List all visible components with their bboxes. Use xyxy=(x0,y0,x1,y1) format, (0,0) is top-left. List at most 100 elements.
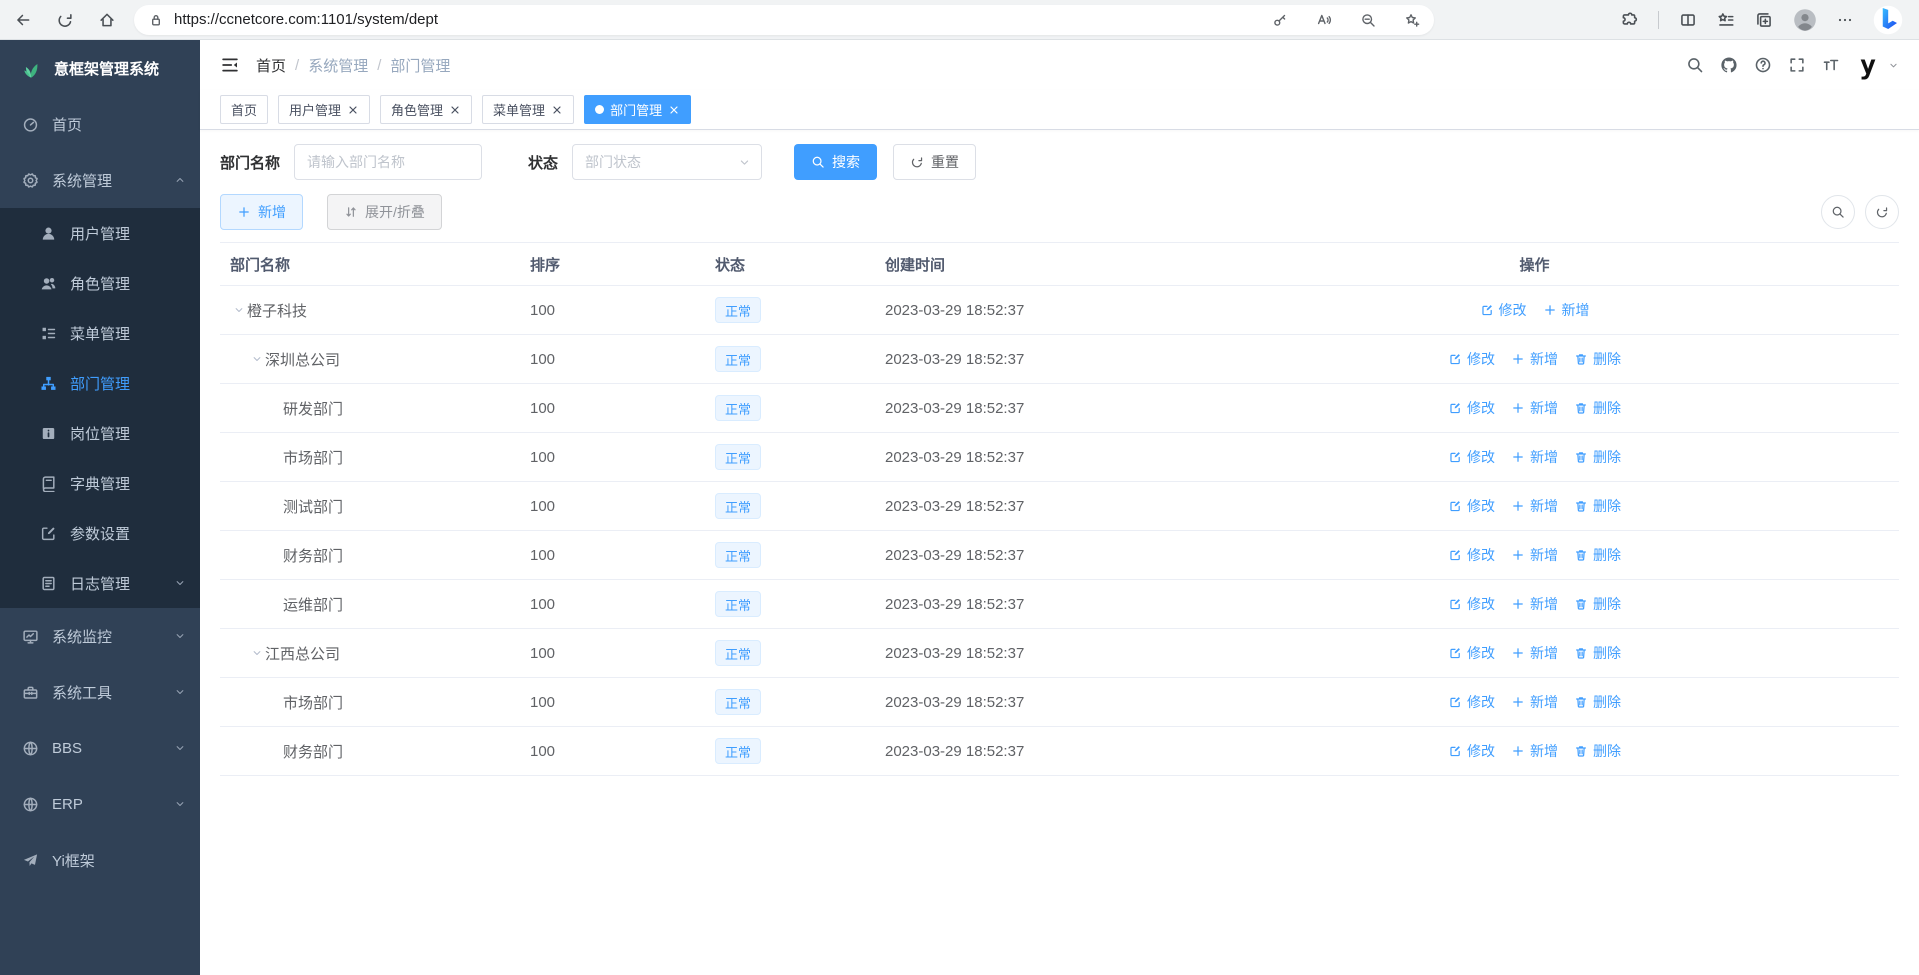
edit-row-link[interactable]: 修改 xyxy=(1480,300,1527,320)
trash-icon xyxy=(1574,450,1588,464)
sidebar-item-system-monitor[interactable]: 系统监控 xyxy=(0,608,200,664)
edit-row-link[interactable]: 修改 xyxy=(1448,349,1495,369)
edit-row-link[interactable]: 修改 xyxy=(1448,692,1495,712)
sidebar-item-system-management[interactable]: 系统管理 xyxy=(0,152,200,208)
delete-row-link[interactable]: 删除 xyxy=(1574,496,1621,516)
add-row-link[interactable]: 新增 xyxy=(1543,300,1590,320)
split-screen-icon[interactable] xyxy=(1679,11,1697,29)
collapse-sidebar-icon[interactable] xyxy=(220,55,240,75)
home-icon[interactable] xyxy=(98,11,116,29)
delete-row-link[interactable]: 删除 xyxy=(1574,692,1621,712)
add-row-link[interactable]: 新增 xyxy=(1511,643,1558,663)
read-aloud-icon[interactable] xyxy=(1316,12,1332,28)
cell-dept-name: 财务部门 xyxy=(220,741,520,762)
user-avatar[interactable]: y xyxy=(1850,47,1886,83)
add-row-link[interactable]: 新增 xyxy=(1511,496,1558,516)
bing-icon[interactable] xyxy=(1873,5,1903,35)
edit-row-link[interactable]: 修改 xyxy=(1448,643,1495,663)
show-search-button[interactable] xyxy=(1821,195,1855,229)
delete-row-link[interactable]: 删除 xyxy=(1574,349,1621,369)
sidebar-item-yi-framework[interactable]: Yi框架 xyxy=(0,832,200,888)
close-tab-icon[interactable] xyxy=(551,104,563,116)
delete-row-link[interactable]: 删除 xyxy=(1574,398,1621,418)
key-icon[interactable] xyxy=(1272,12,1288,28)
edit-row-link[interactable]: 修改 xyxy=(1448,496,1495,516)
sidebar-item-dept-management[interactable]: 部门管理 xyxy=(0,358,200,408)
browser-toolbar-icons xyxy=(1620,5,1909,35)
search-icon[interactable] xyxy=(1686,56,1704,74)
avatar-caret-down-icon[interactable] xyxy=(1888,60,1899,71)
toolbar-right xyxy=(1821,195,1899,229)
breadcrumb-home[interactable]: 首页 xyxy=(256,55,286,76)
github-icon[interactable] xyxy=(1720,56,1738,74)
sidebar-item-log-management[interactable]: 日志管理 xyxy=(0,558,200,608)
plus-icon xyxy=(1511,597,1525,611)
sidebar-item-bbs[interactable]: BBS xyxy=(0,720,200,776)
font-size-icon[interactable] xyxy=(1822,56,1840,74)
sidebar-item-role-management[interactable]: 角色管理 xyxy=(0,258,200,308)
delete-row-link[interactable]: 删除 xyxy=(1574,594,1621,614)
tab-menu-management[interactable]: 菜单管理 xyxy=(482,95,574,124)
delete-row-link[interactable]: 删除 xyxy=(1574,643,1621,663)
profile-icon[interactable] xyxy=(1793,8,1817,32)
edit-row-link[interactable]: 修改 xyxy=(1448,741,1495,761)
close-tab-icon[interactable] xyxy=(347,104,359,116)
caret-down-icon[interactable] xyxy=(230,304,247,316)
add-row-link[interactable]: 新增 xyxy=(1511,692,1558,712)
sidebar-item-param-settings[interactable]: 参数设置 xyxy=(0,508,200,558)
sidebar-item-user-management[interactable]: 用户管理 xyxy=(0,208,200,258)
sidebar-item-post-management[interactable]: 岗位管理 xyxy=(0,408,200,458)
reset-button[interactable]: 重置 xyxy=(893,144,976,180)
add-row-link[interactable]: 新增 xyxy=(1511,349,1558,369)
favorite-add-icon[interactable] xyxy=(1404,12,1420,28)
add-row-link[interactable]: 新增 xyxy=(1511,398,1558,418)
refresh-table-button[interactable] xyxy=(1865,195,1899,229)
trash-icon xyxy=(1574,695,1588,709)
sidebar-item-home[interactable]: 首页 xyxy=(0,96,200,152)
tab-dept-management[interactable]: 部门管理 xyxy=(584,95,691,124)
add-row-link[interactable]: 新增 xyxy=(1511,545,1558,565)
sidebar-item-erp[interactable]: ERP xyxy=(0,776,200,832)
tab-user-management[interactable]: 用户管理 xyxy=(278,95,370,124)
tab-role-management[interactable]: 角色管理 xyxy=(380,95,472,124)
delete-row-link[interactable]: 删除 xyxy=(1574,447,1621,467)
add-dept-button[interactable]: 新增 xyxy=(220,194,303,230)
caret-down-icon[interactable] xyxy=(248,647,265,659)
delete-row-link[interactable]: 删除 xyxy=(1574,545,1621,565)
refresh-icon[interactable] xyxy=(56,11,74,29)
edit-row-link[interactable]: 修改 xyxy=(1448,447,1495,467)
tags-view-bar: 首页用户管理角色管理菜单管理部门管理 xyxy=(200,90,1919,130)
fullscreen-icon[interactable] xyxy=(1788,56,1806,74)
delete-row-link[interactable]: 删除 xyxy=(1574,741,1621,761)
search-button[interactable]: 搜索 xyxy=(794,144,877,180)
dept-name-input[interactable] xyxy=(294,144,482,180)
favorites-icon[interactable] xyxy=(1717,11,1735,29)
add-row-link[interactable]: 新增 xyxy=(1511,741,1558,761)
close-tab-icon[interactable] xyxy=(668,104,680,116)
expand-collapse-button[interactable]: 展开/折叠 xyxy=(327,194,442,230)
url-text[interactable]: https://ccnetcore.com:1101/system/dept xyxy=(174,11,438,28)
main-area: 首页 / 系统管理 / 部门管理 y 首页用户管理角色管理菜单管理部门管理 部门… xyxy=(200,40,1919,975)
add-row-link[interactable]: 新增 xyxy=(1511,594,1558,614)
close-tab-icon[interactable] xyxy=(449,104,461,116)
breadcrumb-system[interactable]: 系统管理 xyxy=(308,55,368,76)
edit-row-link[interactable]: 修改 xyxy=(1448,594,1495,614)
extensions-icon[interactable] xyxy=(1620,11,1638,29)
cell-status: 正常 xyxy=(705,542,875,568)
add-row-link[interactable]: 新增 xyxy=(1511,447,1558,467)
edit-row-link[interactable]: 修改 xyxy=(1448,545,1495,565)
edit-row-link[interactable]: 修改 xyxy=(1448,398,1495,418)
sidebar-item-menu-management[interactable]: 菜单管理 xyxy=(0,308,200,358)
status-select[interactable]: 部门状态 xyxy=(572,144,762,180)
sidebar-item-system-tools[interactable]: 系统工具 xyxy=(0,664,200,720)
edit-icon xyxy=(38,525,58,542)
back-icon[interactable] xyxy=(14,11,32,29)
zoom-out-icon[interactable] xyxy=(1360,12,1376,28)
sidebar-item-dict-management[interactable]: 字典管理 xyxy=(0,458,200,508)
collections-icon[interactable] xyxy=(1755,11,1773,29)
caret-down-icon[interactable] xyxy=(248,353,265,365)
help-icon[interactable] xyxy=(1754,56,1772,74)
tab-home[interactable]: 首页 xyxy=(220,95,268,124)
more-icon[interactable] xyxy=(1837,12,1853,28)
url-bar[interactable]: https://ccnetcore.com:1101/system/dept xyxy=(134,5,1434,35)
